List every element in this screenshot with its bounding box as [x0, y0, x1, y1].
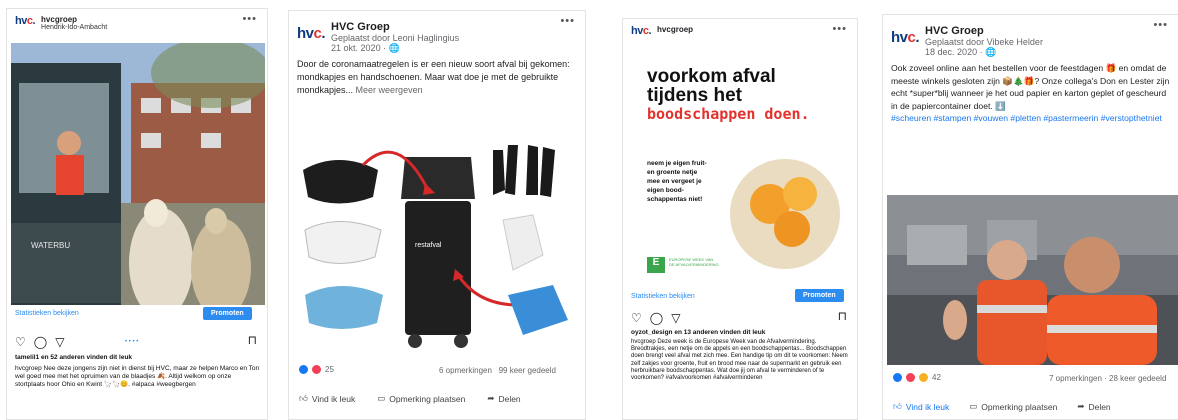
- account-name[interactable]: hvcgroep: [657, 25, 693, 34]
- haha-reaction-icon: [919, 373, 928, 382]
- employees-selfie-photo: [887, 195, 1178, 365]
- heart-icon[interactable]: ♡: [15, 335, 26, 349]
- heart-icon[interactable]: ♡: [631, 311, 642, 325]
- comment-button[interactable]: ▭ Opmerking plaatsen: [377, 393, 465, 404]
- reactions[interactable]: 25: [299, 365, 334, 374]
- share-button[interactable]: ➦ Delen: [487, 393, 520, 404]
- shares-count[interactable]: 99 keer gedeeld: [499, 366, 556, 375]
- post-text: Door de coronamaatregelen is er een nieu…: [297, 59, 570, 95]
- engagement-counts: 6 opmerkingen 99 keer gedeeld: [439, 366, 556, 375]
- headline: voorkom afval tijdens het boodschappen d…: [647, 66, 810, 123]
- account-name[interactable]: hvcgroep: [41, 15, 107, 24]
- share-icon: ➦: [1077, 401, 1085, 411]
- comment-icon[interactable]: ◯: [650, 311, 663, 325]
- thumbs-up-icon: 👍︎: [299, 393, 308, 403]
- bookmark-icon[interactable]: ⊓: [838, 309, 847, 323]
- account-name[interactable]: HVC Groep: [331, 21, 459, 33]
- post-date[interactable]: 21 okt. 2020 · 🌐: [331, 43, 459, 54]
- share-icon[interactable]: ▽: [55, 335, 64, 349]
- reactions-count: 25: [325, 365, 334, 374]
- comment-button[interactable]: ▭ Opmerking plaatsen: [969, 401, 1057, 412]
- hvc-logo: hvc.: [891, 29, 920, 46]
- posted-by: Geplaatst door Vibeke Helder: [925, 37, 1043, 47]
- bookmark-icon[interactable]: ⊓: [248, 333, 257, 347]
- see-more-link[interactable]: Meer weergeven: [356, 85, 423, 95]
- action-icons: ♡ ◯ ▽: [15, 335, 64, 349]
- reactions[interactable]: 42: [893, 373, 941, 382]
- post-actions: 👍︎ Vind ik leuk ▭ Opmerking plaatsen ➦ Dele…: [299, 393, 521, 404]
- post-card-2: hvc. HVC Groep Geplaatst door Leoni Hagl…: [288, 10, 586, 420]
- love-reaction-icon: [312, 365, 321, 374]
- post-date[interactable]: 18 dec. 2020 · 🌐: [925, 47, 1043, 58]
- like-button[interactable]: 👍︎ Vind ik leuk: [299, 393, 355, 404]
- hashtags[interactable]: #scheuren #stampen #vouwen #pletten #pas…: [891, 113, 1162, 123]
- more-options-icon[interactable]: •••: [1153, 19, 1168, 31]
- likes-text: oyzot_design en 13 anderen vinden dit le…: [631, 329, 766, 336]
- post-header: hvc. HVC Groep Geplaatst door Leoni Hagl…: [289, 11, 585, 54]
- mask-gloves-illustration: restafval: [293, 135, 583, 357]
- promote-button[interactable]: Promoten: [203, 307, 252, 320]
- svg-text:WATERBU: WATERBU: [31, 241, 70, 250]
- like-reaction-icon: [299, 365, 308, 374]
- engagement-counts[interactable]: 7 opmerkingen · 28 keer gedeeld: [1049, 374, 1166, 383]
- comment-icon: ▭: [377, 393, 386, 403]
- caption: hvcgroep Deze week is de Europese Week v…: [631, 339, 848, 382]
- post-header: hvc. HVC Groep Geplaatst door Vibeke Hel…: [883, 15, 1178, 58]
- thumbs-up-icon: 👍︎: [893, 401, 902, 411]
- post-image[interactable]: voorkom afval tijdens het boodschappen d…: [625, 49, 857, 287]
- more-options-icon[interactable]: •••: [560, 15, 575, 27]
- like-reaction-icon: [893, 373, 902, 382]
- posted-by: Geplaatst door Leoni Haglingius: [331, 33, 460, 43]
- insights-link[interactable]: Statistieken bekijken: [631, 293, 695, 300]
- insights-link[interactable]: Statistieken bekijken: [15, 310, 79, 317]
- location[interactable]: Hendrik-Ido-Ambacht: [41, 24, 107, 31]
- post-photo[interactable]: WATERBU: [11, 43, 265, 305]
- badge-text: EUROPESE WEEK VAN DE AFVALVERMINDERING: [669, 257, 719, 267]
- hvc-logo: hvc.: [15, 15, 36, 27]
- comments-count[interactable]: 6 opmerkingen: [439, 366, 492, 375]
- more-options-icon[interactable]: •••: [242, 13, 257, 25]
- green-badge: E: [647, 257, 665, 273]
- post-actions: 👍︎ Vind ik leuk ▭ Opmerking plaatsen ➦ Dele…: [893, 401, 1111, 412]
- account-name[interactable]: HVC Groep: [925, 25, 1043, 37]
- promote-button[interactable]: Promoten: [795, 289, 844, 302]
- like-button[interactable]: 👍︎ Vind ik leuk: [893, 401, 949, 412]
- fruit-net-illustration: [730, 159, 840, 269]
- post-header: hvc. hvcgroep Hendrik-Ido-Ambacht •••: [7, 9, 267, 31]
- post-card-3: hvc. hvcgroep ••• voorkom afval tijdens …: [622, 18, 858, 420]
- bin-label: restafval: [415, 242, 442, 249]
- post-card-4: hvc. HVC Groep Geplaatst door Vibeke Hel…: [882, 14, 1178, 420]
- carousel-dots: • • • •: [125, 339, 139, 345]
- caption: hvcgroep Nee deze jongens zijn niet in d…: [15, 365, 260, 388]
- hvc-logo: hvc.: [297, 25, 326, 42]
- alpaca-photo: WATERBU: [11, 43, 265, 305]
- reactions-count: 42: [932, 373, 941, 382]
- comment-icon: ▭: [969, 401, 978, 411]
- post-photo[interactable]: [887, 195, 1178, 365]
- comment-icon[interactable]: ◯: [34, 335, 47, 349]
- post-header: hvc. hvcgroep •••: [623, 19, 857, 37]
- share-icon: ➦: [487, 393, 495, 403]
- post-text: Ook zoveel online aan het bestellen voor…: [891, 63, 1170, 124]
- share-icon[interactable]: ▽: [671, 311, 680, 325]
- more-options-icon[interactable]: •••: [832, 23, 847, 35]
- share-button[interactable]: ➦ Delen: [1077, 401, 1110, 412]
- action-icons: ♡ ◯ ▽: [631, 311, 680, 325]
- love-reaction-icon: [906, 373, 915, 382]
- likes-text: tamelil1 en 52 anderen vinden dit leuk: [15, 354, 133, 361]
- post-card-1: hvc. hvcgroep Hendrik-Ido-Ambacht ••• WA…: [6, 8, 268, 420]
- post-image[interactable]: restafval: [293, 135, 583, 357]
- hvc-logo: hvc.: [631, 25, 652, 37]
- tip-text: neem je eigen fruit- en groente netje me…: [647, 160, 707, 203]
